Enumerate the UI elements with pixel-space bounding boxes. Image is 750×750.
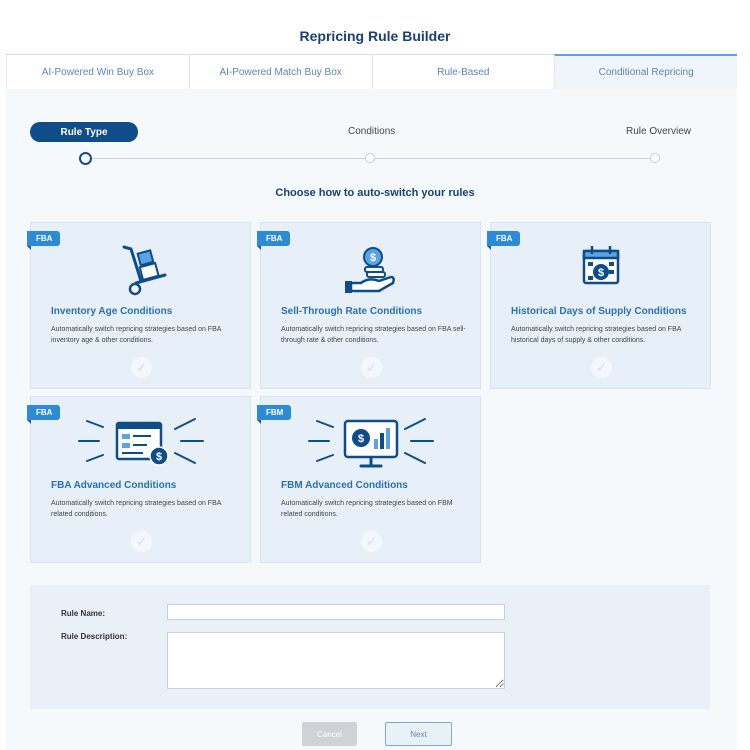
- svg-text:$: $: [370, 252, 376, 264]
- svg-text:$: $: [598, 267, 604, 279]
- document-dollar-icon: $: [71, 411, 211, 473]
- card-fbm-advanced[interactable]: FBM $ FBM Advanced Conditions Automatica…: [257, 396, 481, 563]
- page-title: Repricing Rule Builder: [299, 28, 451, 44]
- rule-name-label: Rule Name:: [61, 609, 106, 618]
- card-description: Automatically switch repricing strategie…: [511, 326, 682, 344]
- repricing-tabs: AI-Powered Win Buy Box AI-Powered Match …: [6, 54, 737, 90]
- fulfillment-badge: FBA: [487, 231, 521, 250]
- check-circle-icon: ✓: [591, 357, 612, 378]
- calendar-dollar-icon: $: [551, 237, 651, 299]
- cancel-button[interactable]: Cancel: [302, 722, 357, 746]
- tab-rule-based[interactable]: Rule-Based: [371, 55, 555, 89]
- fulfillment-badge: FBA: [27, 405, 61, 424]
- card-title: Historical Days of Supply Conditions: [511, 306, 687, 317]
- card-description: Automatically switch repricing strategie…: [51, 326, 222, 344]
- check-circle-icon: ✓: [131, 531, 152, 552]
- rule-name-input[interactable]: [167, 604, 505, 620]
- card-description: Automatically switch repricing strategie…: [51, 500, 222, 518]
- card-inventory-age[interactable]: FBA Inventory Age Conditions Automatical…: [27, 222, 251, 389]
- next-button[interactable]: Next: [385, 722, 452, 746]
- fulfillment-badge: FBA: [27, 231, 61, 250]
- card-title: Inventory Age Conditions: [51, 306, 173, 317]
- step-dot-rule-overview: [650, 153, 660, 163]
- stepper-line: [91, 158, 366, 159]
- fulfillment-badge: FBA: [257, 231, 291, 250]
- tab-ai-win-buy-box[interactable]: AI-Powered Win Buy Box: [6, 55, 189, 89]
- card-fba-advanced[interactable]: FBA $ FBA Advanced Conditions Automatica…: [27, 396, 251, 563]
- card-title: FBM Advanced Conditions: [281, 480, 408, 491]
- section-subtitle: Choose how to auto-switch your rules: [275, 187, 475, 199]
- card-historical-days-of-supply[interactable]: FBA $ Historical Days of Supply Conditio…: [487, 222, 711, 389]
- rule-details-form: Rule Name: Rule Description:: [30, 585, 710, 709]
- step-rule-overview[interactable]: Rule Overview: [626, 126, 691, 137]
- card-title: Sell-Through Rate Conditions: [281, 306, 423, 317]
- stepper: Rule Type Conditions Rule Overview: [30, 122, 710, 172]
- step-rule-type[interactable]: Rule Type: [30, 122, 138, 142]
- tab-conditional-repricing[interactable]: Conditional Repricing: [554, 54, 737, 89]
- svg-text:$: $: [156, 451, 162, 463]
- check-circle-icon: ✓: [361, 357, 382, 378]
- card-description: Automatically switch repricing strategie…: [281, 500, 453, 518]
- check-circle-icon: ✓: [361, 531, 382, 552]
- rule-description-textarea[interactable]: [167, 632, 505, 689]
- stepper-line: [375, 158, 650, 159]
- hand-truck-icon: [91, 237, 191, 299]
- hand-coins-icon: $: [321, 237, 421, 299]
- rule-description-label: Rule Description:: [61, 632, 128, 641]
- step-dot-conditions: [365, 153, 375, 163]
- step-conditions[interactable]: Conditions: [348, 126, 395, 137]
- fulfillment-badge: FBM: [257, 405, 292, 424]
- step-dot-rule-type: [79, 152, 92, 165]
- tab-ai-match-buy-box[interactable]: AI-Powered Match Buy Box: [188, 55, 372, 89]
- card-title: FBA Advanced Conditions: [51, 480, 177, 491]
- card-description: Automatically switch repricing strategie…: [281, 326, 466, 344]
- svg-text:$: $: [358, 433, 364, 445]
- monitor-chart-icon: $: [301, 411, 441, 473]
- card-sell-through-rate[interactable]: FBA $ Sell-Through Rate Conditions Autom…: [257, 222, 481, 389]
- check-circle-icon: ✓: [131, 357, 152, 378]
